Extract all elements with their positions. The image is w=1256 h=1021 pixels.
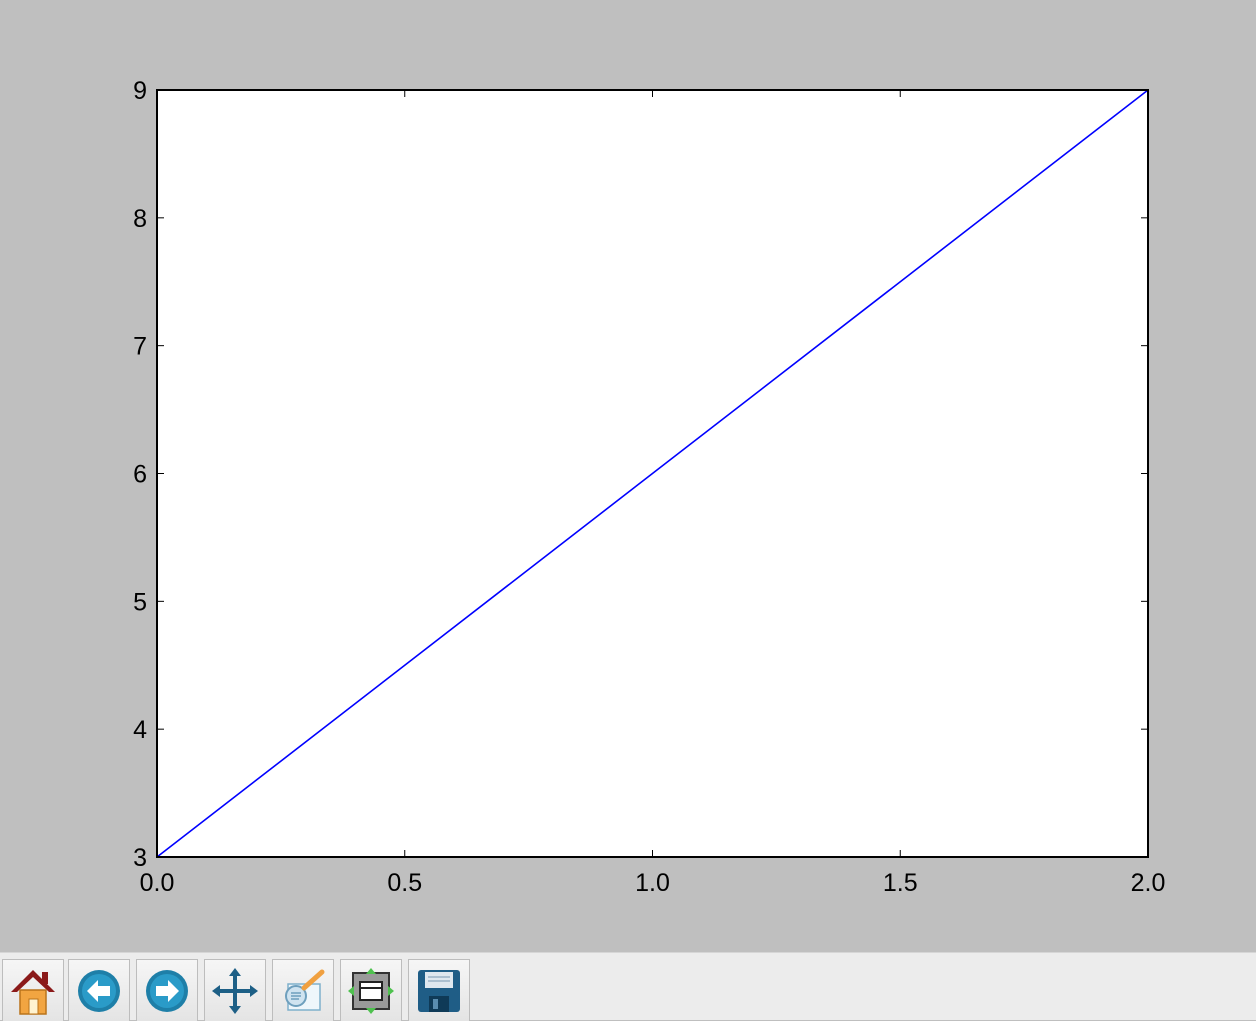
back-arrow-icon — [78, 969, 120, 1012]
x-tick-label: 0.0 — [140, 869, 175, 897]
zoom-button[interactable] — [272, 959, 334, 1021]
figure-canvas[interactable]: 0.0 0.5 1.0 1.5 2.0 3 4 5 6 7 8 9 — [0, 0, 1256, 952]
save-figure-icon — [418, 969, 460, 1012]
save-button[interactable] — [408, 959, 470, 1021]
x-tick-label: 2.0 — [1131, 869, 1166, 897]
pan-button[interactable] — [204, 959, 266, 1021]
y-tick-label: 5 — [133, 588, 147, 616]
back-button[interactable] — [68, 959, 130, 1021]
x-tick-label: 0.5 — [387, 869, 422, 897]
y-tick-label: 4 — [133, 716, 147, 744]
x-tick-label: 1.0 — [635, 869, 670, 897]
forward-button[interactable] — [136, 959, 198, 1021]
y-tick-label: 8 — [133, 205, 147, 233]
zoom-to-rect-icon — [285, 969, 325, 1011]
y-tick-label: 3 — [133, 844, 147, 872]
configure-subplots-icon — [348, 967, 394, 1014]
forward-arrow-icon — [146, 969, 188, 1012]
home-button[interactable] — [2, 959, 64, 1021]
y-tick-label: 9 — [133, 77, 147, 105]
navigation-toolbar — [0, 952, 1256, 1021]
plot-svg: 0.0 0.5 1.0 1.5 2.0 3 4 5 6 7 8 9 — [133, 77, 1166, 897]
x-tick-label: 1.5 — [883, 869, 918, 897]
y-tick-label: 6 — [133, 461, 147, 489]
pan-move-icon — [212, 967, 258, 1014]
home-icon — [11, 969, 55, 1015]
configure-subplots-button[interactable] — [340, 959, 402, 1021]
y-tick-label: 7 — [133, 333, 147, 361]
